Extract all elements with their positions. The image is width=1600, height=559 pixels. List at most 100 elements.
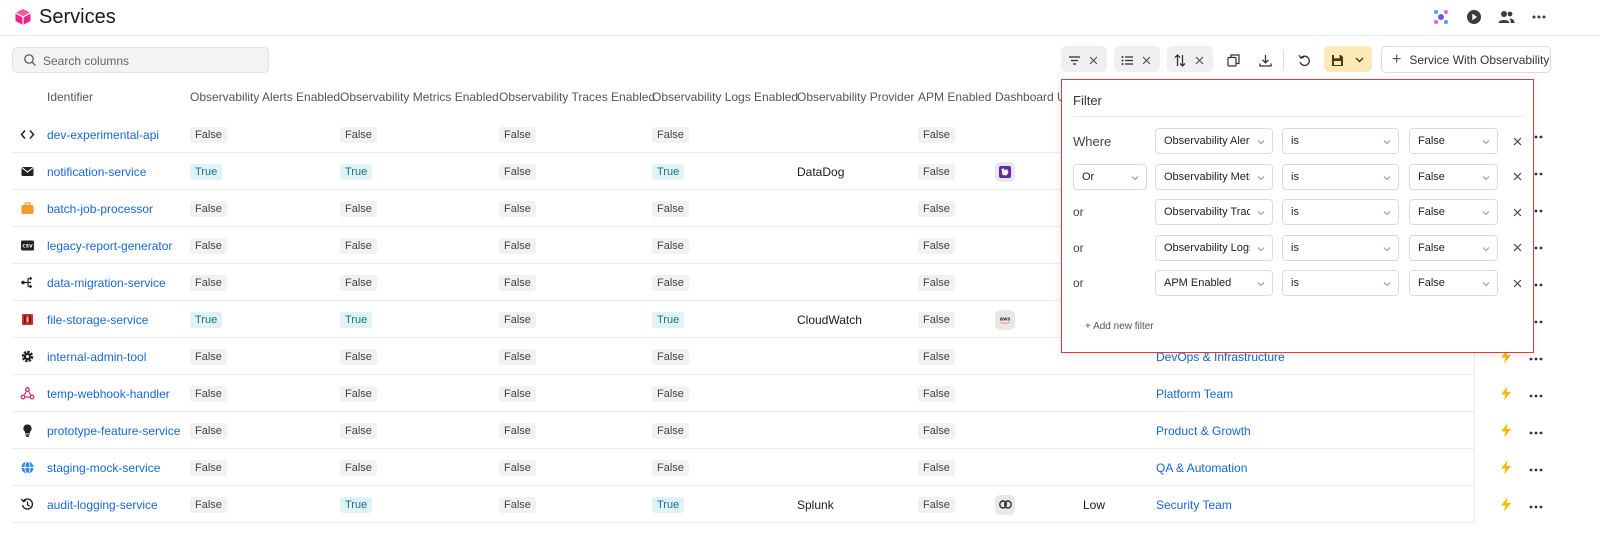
filter-field-select[interactable]: APM Enabled [1155,270,1273,296]
traces-cell: False [499,348,536,365]
apm-cell: False [918,200,955,217]
row-more-options-icon[interactable] [1527,384,1545,402]
metrics-cell: False [340,237,377,254]
table-row[interactable]: audit-logging-service False True False True S… [12,486,1550,523]
metrics-cell: True [340,496,373,513]
filter-field-select[interactable]: Observability Metrics Enabled [1155,163,1273,190]
column-header-identifier[interactable]: Identifier [47,90,93,104]
row-actions [1474,375,1550,412]
column-header-logs[interactable]: Observability Logs Enabled [652,90,798,104]
row-actions [1474,412,1550,449]
service-identifier-link[interactable]: dev-experimental-api [47,128,159,142]
column-header-provider[interactable]: Observability Provider [797,90,914,104]
clear-sort-button[interactable] [1188,47,1210,73]
service-identifier-link[interactable]: temp-webhook-handler [47,387,170,401]
save-view-dropdown[interactable] [1348,47,1370,73]
logs-cell: True [652,311,685,328]
metrics-cell: False [340,348,377,365]
metrics-cell: True [340,311,373,328]
svg-text:aws: aws [1000,317,1011,322]
undo-button[interactable] [1291,47,1317,73]
filter-value-select[interactable]: False [1409,163,1498,190]
add-new-filter-button[interactable]: + Add new filter [1085,321,1154,332]
save-view-button[interactable] [1324,47,1350,73]
table-row[interactable]: temp-webhook-handler False False False False… [12,375,1550,412]
traces-cell: False [499,385,536,402]
filter-operator-select[interactable]: is [1282,163,1399,190]
dashboard-aws-icon[interactable]: aws [995,309,1015,330]
column-header-traces[interactable]: Observability Traces Enabled [499,90,655,104]
remove-filter-close-icon[interactable] [1510,241,1524,255]
filter-field-select[interactable]: Observability Traces Enabled [1155,199,1273,225]
filter-conjunction-label: Where [1073,134,1112,149]
filter-operator-select[interactable]: is [1282,234,1399,261]
dashboard-link-icon[interactable] [995,494,1015,515]
copy-button[interactable] [1220,47,1246,73]
table-row[interactable]: staging-mock-service False False False False… [12,449,1550,486]
service-identifier-link[interactable]: staging-mock-service [47,461,160,475]
filter-field-select[interactable]: Observability Logs Enabled [1155,234,1273,261]
remove-filter-close-icon[interactable] [1510,276,1524,290]
service-identifier-link[interactable]: data-migration-service [47,276,166,290]
download-button[interactable] [1252,47,1278,73]
remove-filter-close-icon[interactable] [1510,134,1524,148]
plus-icon: + [1392,50,1402,68]
run-action-bolt-icon[interactable] [1499,386,1513,401]
play-icon[interactable] [1465,8,1483,26]
gear-icon [20,349,35,364]
filter-value-select[interactable]: False [1409,128,1498,154]
logs-cell: True [652,163,685,180]
lightbulb-icon [20,423,35,438]
team-link[interactable]: Security Team [1156,498,1232,512]
service-identifier-link[interactable]: file-storage-service [47,313,148,327]
service-identifier-link[interactable]: audit-logging-service [47,498,158,512]
remove-filter-close-icon[interactable] [1510,205,1524,219]
close-icon [1195,56,1203,64]
apm-cell: False [918,163,955,180]
clear-group-by-button[interactable] [1135,47,1157,73]
clear-filter-button[interactable] [1082,47,1104,73]
filter-value-select[interactable]: False [1409,199,1498,225]
column-header-alerts[interactable]: Observability Alerts Enabled [190,90,340,104]
row-more-options-icon[interactable] [1527,421,1545,439]
service-identifier-link[interactable]: prototype-feature-service [47,424,180,438]
team-link[interactable]: QA & Automation [1156,461,1247,475]
more-options-icon[interactable] [1530,8,1548,26]
service-identifier-link[interactable]: notification-service [47,165,146,179]
column-header-metrics[interactable]: Observability Metrics Enabled [340,90,499,104]
page-title: Services [39,6,116,28]
team-link[interactable]: Product & Growth [1156,424,1251,438]
storage-icon [20,312,35,327]
service-identifier-link[interactable]: internal-admin-tool [47,350,146,364]
ai-sparkle-icon[interactable] [1432,8,1450,26]
logs-cell: False [652,422,689,439]
row-more-options-icon[interactable] [1527,458,1545,476]
run-action-bolt-icon[interactable] [1499,460,1513,475]
dashboard-datadog-icon[interactable] [995,161,1015,182]
service-identifier-link[interactable]: legacy-report-generator [47,239,172,253]
table-row[interactable]: prototype-feature-service False False False… [12,412,1550,449]
filter-operator-select[interactable]: is [1282,128,1399,154]
alerts-cell: False [190,126,227,143]
users-icon[interactable] [1497,8,1515,26]
search-columns-input[interactable] [43,52,263,70]
column-header-dashboard-url[interactable]: Dashboard UR [995,90,1061,104]
alerts-cell: False [190,496,227,513]
remove-filter-close-icon[interactable] [1510,170,1524,184]
alerts-cell: False [190,237,227,254]
add-service-button[interactable]: + Service With Observability [1381,46,1551,73]
service-identifier-link[interactable]: batch-job-processor [47,202,153,216]
filter-conjunction-select[interactable]: Or [1073,163,1147,190]
row-more-options-icon[interactable] [1527,495,1545,513]
filter-value-select[interactable]: False [1409,234,1498,261]
run-action-bolt-icon[interactable] [1499,423,1513,438]
filter-field-select[interactable]: Observability Alerts Enabled [1155,128,1273,154]
filter-operator-select[interactable]: is [1282,199,1399,225]
run-action-bolt-icon[interactable] [1499,497,1513,512]
logs-cell: False [652,348,689,365]
column-header-apm[interactable]: APM Enabled [918,90,991,104]
search-columns-box[interactable] [12,47,269,73]
filter-operator-select[interactable]: is [1282,270,1399,296]
filter-value-select[interactable]: False [1409,270,1498,296]
team-link[interactable]: Platform Team [1156,387,1233,401]
